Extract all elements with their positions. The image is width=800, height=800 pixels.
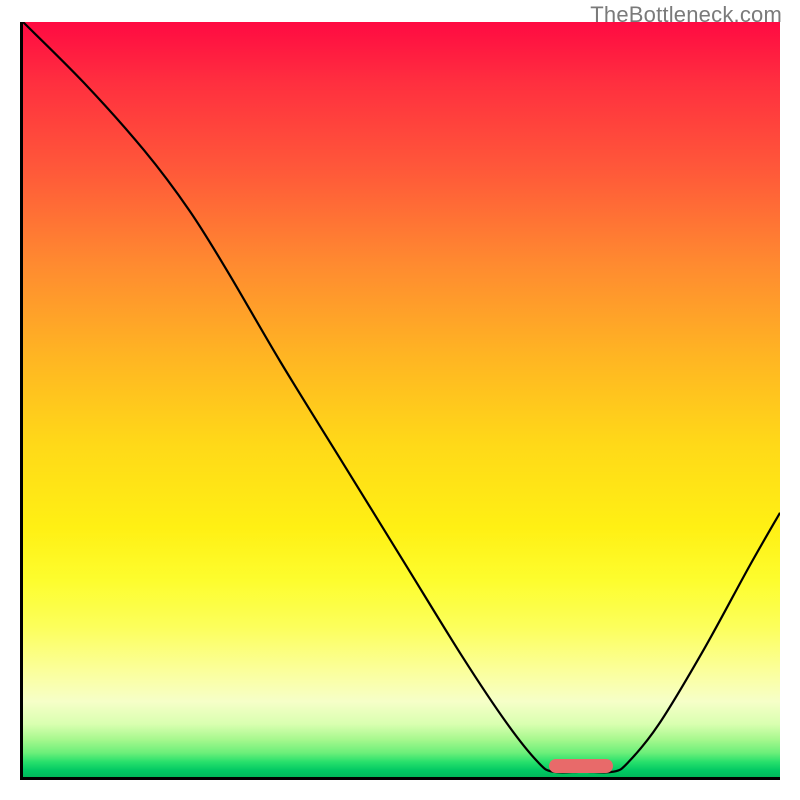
optimal-range-marker xyxy=(549,759,613,773)
bottleneck-curve xyxy=(23,22,780,772)
bottleneck-chart: TheBottleneck.com xyxy=(0,0,800,800)
curve-svg xyxy=(23,22,780,777)
plot-area xyxy=(20,22,780,780)
